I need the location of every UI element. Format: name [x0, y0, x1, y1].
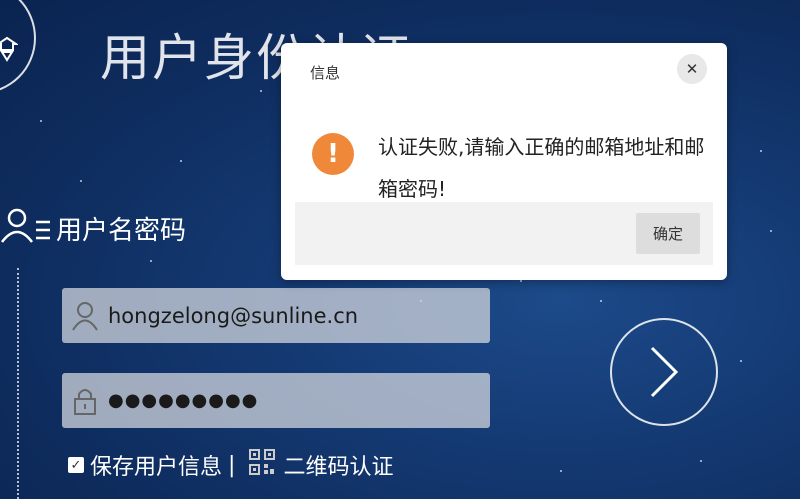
- qr-code-icon[interactable]: [249, 449, 276, 481]
- close-icon[interactable]: ✕: [677, 54, 707, 84]
- warning-icon: !: [312, 133, 354, 175]
- user-icon: [72, 301, 98, 331]
- password-input[interactable]: [108, 390, 468, 411]
- logo: [0, 0, 36, 94]
- dialog-message: 认证失败,请输入正确的邮箱地址和邮箱密码!: [378, 135, 705, 201]
- dialog-title: 信息: [310, 64, 341, 82]
- arrow-right-icon: [650, 346, 679, 398]
- section-title-label: 用户名密码: [56, 215, 187, 246]
- options-separator: |: [228, 452, 236, 478]
- user-list-icon: [1, 208, 50, 243]
- password-field[interactable]: [62, 373, 490, 428]
- login-submit-button[interactable]: [610, 318, 718, 426]
- remember-label[interactable]: 保存用户信息: [90, 449, 222, 481]
- lock-icon: [74, 388, 96, 415]
- qr-login-link[interactable]: 二维码认证: [283, 449, 393, 481]
- ok-button[interactable]: 确定: [636, 213, 700, 254]
- divider: [17, 268, 19, 499]
- username-input[interactable]: [108, 303, 468, 328]
- section-title: 用户名密码: [0, 204, 186, 252]
- username-field[interactable]: [62, 288, 490, 343]
- check-icon: ✓: [70, 457, 82, 473]
- logo-icon: [0, 36, 18, 62]
- dialog-footer: 确定: [295, 202, 713, 265]
- options-row: ✓ 保存用户信息 | 二维码认证: [68, 449, 393, 481]
- remember-checkbox[interactable]: ✓: [68, 457, 84, 473]
- alert-dialog: 信息 ✕ ! 认证失败,请输入正确的邮箱地址和邮箱密码! 确定: [281, 43, 727, 280]
